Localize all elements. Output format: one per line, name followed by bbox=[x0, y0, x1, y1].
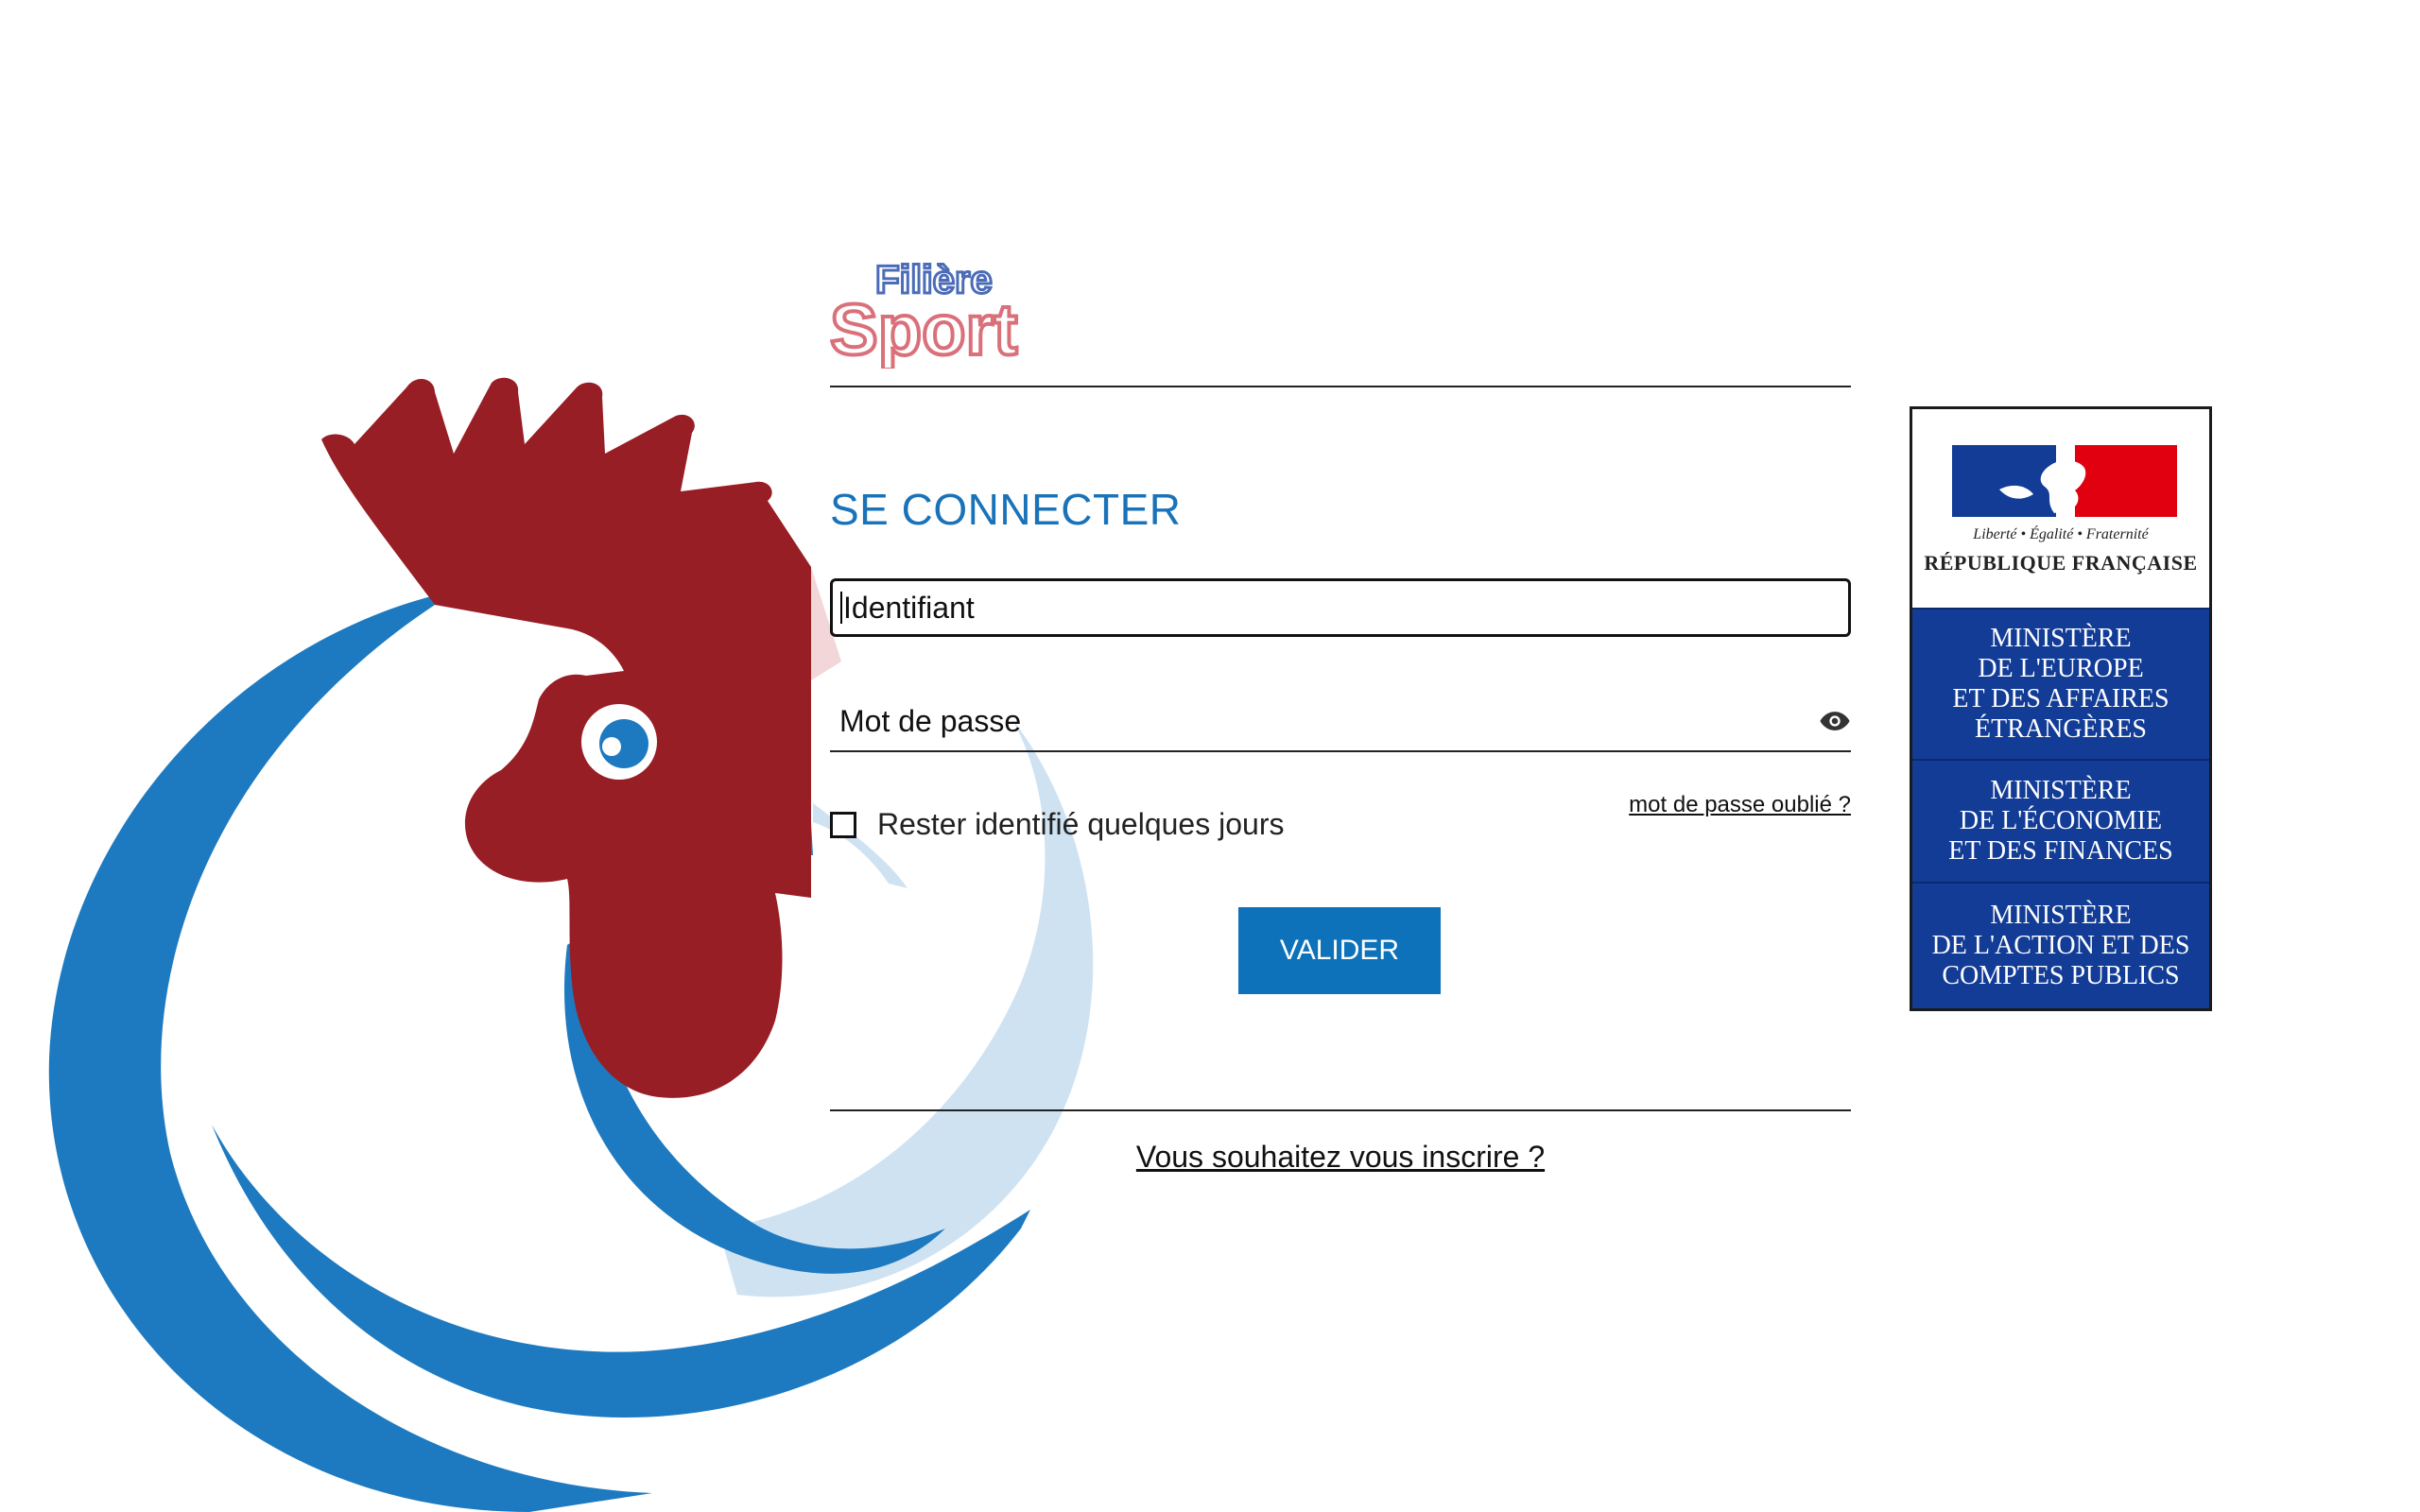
government-logo: Liberté • Égalité • Fraternité RÉPUBLIQU… bbox=[1910, 406, 2212, 1011]
ministry-line: MINISTÈRE bbox=[1990, 624, 2132, 653]
login-page: Filière Sport SE CONNECTER Identifiant M… bbox=[0, 0, 2420, 1512]
marianne-flag-icon bbox=[1952, 445, 2177, 517]
ministry-line: DE L'EUROPE bbox=[1978, 654, 2144, 683]
ministry-public-accounts: MINISTÈRE DE L'ACTION ET DES COMPTES PUB… bbox=[1912, 882, 2209, 1008]
republique-francaise-emblem: Liberté • Égalité • Fraternité RÉPUBLIQU… bbox=[1912, 409, 2209, 608]
filiere-sport-logo: Filière Sport bbox=[830, 256, 1019, 369]
ministry-europe: MINISTÈRE DE L'EUROPE ET DES AFFAIRES ÉT… bbox=[1912, 608, 2209, 759]
header-divider bbox=[830, 386, 1851, 387]
remember-me: Rester identifié quelques jours bbox=[830, 807, 1284, 842]
ministry-line: MINISTÈRE bbox=[1990, 901, 2132, 930]
identifier-input[interactable]: Identifiant bbox=[830, 578, 1851, 637]
republic-motto: Liberté • Égalité • Fraternité bbox=[1973, 526, 2149, 542]
password-input[interactable]: Mot de passe bbox=[830, 692, 1851, 752]
ministry-economy: MINISTÈRE DE L'ÉCONOMIE ET DES FINANCES bbox=[1912, 759, 2209, 882]
forgot-password-link[interactable]: mot de passe oublié ? bbox=[1629, 792, 1851, 818]
signup-link[interactable]: Vous souhaitez vous inscrire ? bbox=[830, 1140, 1851, 1175]
ministry-line: MINISTÈRE bbox=[1990, 776, 2132, 805]
ministry-line: ET DES FINANCES bbox=[1948, 836, 2173, 866]
submit-button[interactable]: VALIDER bbox=[1238, 907, 1441, 994]
footer-divider bbox=[830, 1109, 1851, 1111]
identifier-placeholder: Identifiant bbox=[843, 590, 975, 625]
eye-icon[interactable] bbox=[1819, 705, 1851, 737]
republic-name: RÉPUBLIQUE FRANÇAISE bbox=[1924, 551, 2198, 575]
remember-me-label: Rester identifié quelques jours bbox=[877, 807, 1285, 841]
ministry-line: DE L'ÉCONOMIE bbox=[1959, 806, 2163, 835]
ministry-line: ÉTRANGÈRES bbox=[1975, 714, 2147, 744]
password-placeholder: Mot de passe bbox=[839, 703, 1022, 738]
remember-me-checkbox[interactable] bbox=[830, 811, 856, 838]
ministry-line: ET DES AFFAIRES bbox=[1952, 684, 2169, 713]
text-caret bbox=[840, 592, 842, 624]
page-title: SE CONNECTER bbox=[830, 485, 1182, 534]
svg-text:Sport: Sport bbox=[830, 290, 1017, 369]
ministry-line: DE L'ACTION ET DES bbox=[1931, 931, 2190, 960]
ministry-line: COMPTES PUBLICS bbox=[1942, 961, 2180, 990]
login-panel: Filière Sport SE CONNECTER Identifiant M… bbox=[830, 255, 1851, 1200]
